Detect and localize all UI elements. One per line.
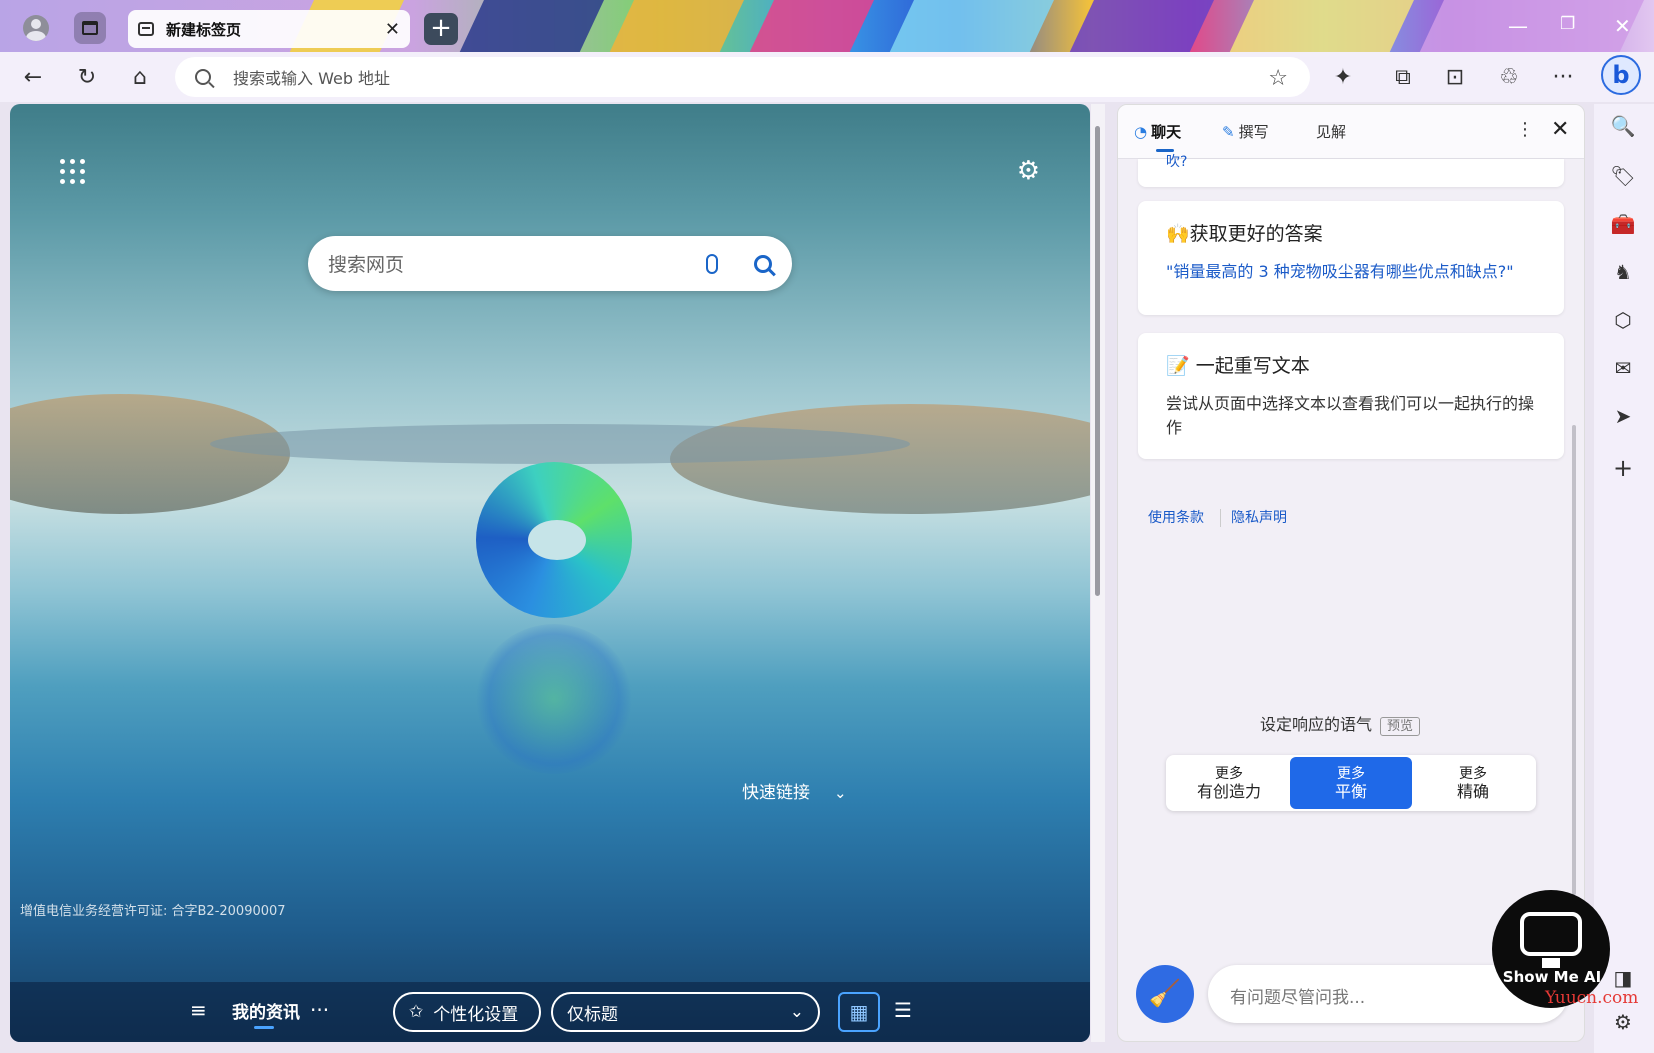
raising-hands-icon: 🙌 [1166,223,1190,245]
sidebar-edge-icon[interactable]: ⊡ [1440,62,1470,92]
preview-badge: 预览 [1380,717,1421,736]
chat-icon: ◔ [1134,123,1148,141]
close-window-icon[interactable]: ✕ [1614,14,1631,38]
tab-actions-button[interactable] [74,12,106,44]
profile-avatar[interactable] [20,12,52,44]
personalize-button[interactable]: ✩ 个性化设置 [393,992,541,1032]
layout-select-value: 仅标题 [567,1004,618,1025]
robot-face-icon [1520,912,1582,968]
memo-icon: 📝 [1166,355,1190,377]
shopping-tag-icon[interactable]: 🏷 [1610,164,1636,190]
tab-compose[interactable]: ✎ 撰写 [1222,121,1269,142]
distant-hills [210,424,910,464]
extensions-icon[interactable]: ✦ [1328,62,1358,92]
games-icon[interactable]: ♞ [1610,260,1636,286]
new-topic-broom-icon[interactable]: 🧹 [1136,965,1194,1023]
tools-briefcase-icon[interactable]: 🧰 [1610,212,1636,238]
page-scrollbar[interactable] [1091,104,1105,1042]
back-icon[interactable]: ← [18,62,48,92]
tab-chat[interactable]: ◔ 聊天 [1134,121,1181,152]
newtab-page-icon [138,22,154,36]
copilot-bing-icon[interactable]: b [1601,55,1641,95]
feed-bar: ≡ 我的资讯 ··· ✩ 个性化设置 仅标题 ⌄ ▦ ☰ [10,982,1090,1042]
tab-title: 新建标签页 [166,20,242,39]
edge-sidebar: 🔍 🏷 🧰 ♞ ⬡ ✉ ➤ + ◨ ⚙ [1594,104,1654,1053]
tab-insights[interactable]: 见解 [1316,121,1346,142]
tone-selector: 更多 有创造力 更多 平衡 更多 精确 [1166,755,1536,811]
legal-links: 使用条款 隐私声明 [1148,507,1303,527]
truncated-card: 吹? [1138,154,1564,187]
card-example-prompt[interactable]: "销量最高的 3 种宠物吸尘器有哪些优点和缺点?" [1166,260,1536,284]
truncated-text: 吹? [1166,154,1188,170]
watermark-brand: Show Me AI [1502,968,1602,986]
tab-actions-icon [82,21,98,35]
search-submit-icon[interactable] [754,254,772,273]
suggestion-card[interactable]: 📝 一起重写文本 尝试从页面中选择文本以查看我们可以一起执行的操作 [1138,333,1564,459]
left-hill [10,394,290,514]
refresh-icon[interactable]: ↻ [72,62,102,92]
privacy-link[interactable]: 隐私声明 [1231,510,1287,526]
terms-link[interactable]: 使用条款 [1148,510,1204,526]
add-app-icon[interactable]: + [1610,454,1636,482]
feed-more-button[interactable]: ··· [310,998,329,1022]
card-title: 🙌获取更好的答案 [1166,223,1323,245]
edge-logo [476,462,632,618]
tone-heading: 设定响应的语气 预览 [1260,711,1421,736]
tab-new-tab[interactable]: 新建标签页 ✕ [128,10,410,48]
apps-launcher-icon[interactable] [60,159,86,185]
chevron-down-icon: ⌄ [789,1002,804,1022]
microphone-icon[interactable] [706,253,718,274]
search-icon [195,69,211,85]
grid-view-button[interactable]: ▦ [838,992,880,1032]
quick-links-toggle[interactable]: 快速链接 ⌄ [742,778,847,803]
address-placeholder: 搜索或输入 Web 地址 [233,69,391,88]
menu-icon[interactable]: ≡ [190,998,207,1022]
send-icon[interactable]: ➤ [1610,404,1636,430]
office-icon[interactable]: ⬡ [1610,308,1636,334]
close-tab-icon[interactable]: ✕ [385,19,400,40]
my-news-tab[interactable]: 我的资讯 [232,998,300,1029]
tone-balanced-button[interactable]: 更多 平衡 [1290,757,1412,809]
close-pane-icon[interactable]: ✕ [1551,117,1569,142]
list-view-icon[interactable]: ☰ [894,998,912,1022]
card-title: 📝 一起重写文本 [1166,355,1310,377]
restore-icon[interactable]: ❐ [1560,14,1575,34]
personalize-icon: ✩ [409,1002,424,1022]
add-favorite-icon[interactable]: ☆ [1268,66,1288,91]
title-bar: 新建标签页 ✕ + — ❐ ✕ [0,0,1654,52]
more-options-icon[interactable]: ··· [1548,62,1578,92]
suggestion-card[interactable]: 🙌获取更好的答案 "销量最高的 3 种宠物吸尘器有哪些优点和缺点?" [1138,201,1564,315]
avatar-icon [23,15,49,41]
new-tab-button[interactable]: + [424,13,458,45]
license-text: 增值电信业务经营许可证: 合字B2-20090007 [20,904,286,919]
pane-more-icon[interactable]: ⋮ [1516,119,1534,140]
copilot-header: ◔ 聊天 ✎ 撰写 见解 ⋮ ✕ [1118,105,1584,159]
search-sidebar-icon[interactable]: 🔍 [1610,114,1636,140]
pane-scrollbar[interactable] [1572,425,1576,895]
outlook-icon[interactable]: ✉ [1610,356,1636,382]
chevron-down-icon: ⌄ [834,784,847,802]
web-search-box[interactable]: 搜索网页 [308,236,792,291]
watermark-site: Yuucn.com [1545,988,1639,1008]
web-search-input[interactable]: 搜索网页 [328,250,706,277]
compose-icon: ✎ [1222,123,1235,141]
new-tab-page: ⚙ 搜索网页 快速链接 ⌄ 增值电信业务经营许可证: 合字B2-20090007 … [10,104,1090,1042]
sidebar-settings-icon[interactable]: ⚙ [1610,1010,1636,1036]
card-description: 尝试从页面中选择文本以查看我们可以一起执行的操作 [1166,394,1535,437]
navigation-bar: ← ↻ ⌂ 搜索或输入 Web 地址 ☆ ✦ ⧉ ⊡ ♲ ··· [0,52,1654,102]
performance-icon[interactable]: ♲ [1494,62,1524,92]
tone-precise-button[interactable]: 更多 精确 [1412,757,1534,809]
minimize-icon[interactable]: — [1508,14,1528,38]
layout-select[interactable]: 仅标题 ⌄ [551,992,820,1032]
address-bar[interactable]: 搜索或输入 Web 地址 ☆ [175,57,1310,97]
edge-logo-reflection [476,624,632,774]
personalize-label: 个性化设置 [433,1004,519,1025]
collections-icon[interactable]: ⧉ [1388,62,1418,92]
quick-links-label: 快速链接 [742,783,810,803]
tone-creative-button[interactable]: 更多 有创造力 [1168,757,1290,809]
home-icon[interactable]: ⌂ [125,62,155,92]
page-settings-icon[interactable]: ⚙ [1017,156,1040,186]
scrollbar-thumb[interactable] [1095,126,1100,596]
